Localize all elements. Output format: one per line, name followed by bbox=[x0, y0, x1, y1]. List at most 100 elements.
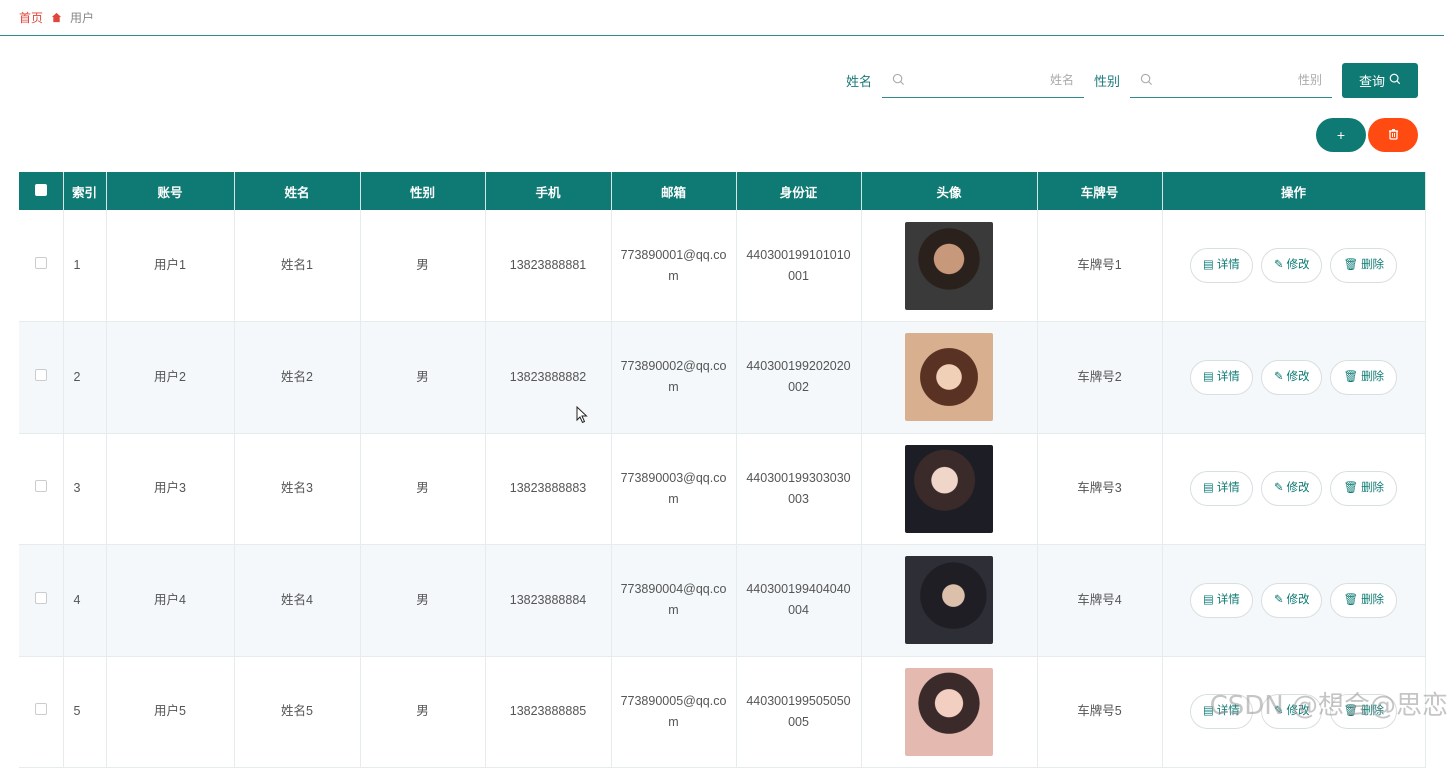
cell-name: 姓名2 bbox=[234, 322, 360, 434]
breadcrumb-current: 用户 bbox=[70, 9, 94, 26]
cell-phone: 13823888882 bbox=[485, 322, 611, 434]
detail-button[interactable]: ▤详情 bbox=[1190, 360, 1253, 395]
add-button[interactable]: + bbox=[1316, 118, 1366, 152]
row-checkbox[interactable] bbox=[35, 480, 47, 492]
table-header-row: 索引 账号 姓名 性别 手机 邮箱 身份证 头像 车牌号 操作 bbox=[19, 172, 1425, 210]
avatar bbox=[905, 556, 993, 644]
cell-index: 4 bbox=[63, 545, 106, 657]
cell-actions: ▤详情 ✎修改 🗑删除 bbox=[1162, 433, 1425, 545]
content-panel: 姓名 性别 查询 + bbox=[2, 44, 1442, 728]
cell-id-card: 440300199404040004 bbox=[736, 545, 861, 657]
delete-button[interactable]: 🗑删除 bbox=[1330, 248, 1397, 283]
cell-gender: 男 bbox=[360, 433, 485, 545]
cell-id-card: 440300199505050005 bbox=[736, 656, 861, 768]
cell-plate: 车牌号1 bbox=[1037, 210, 1162, 322]
search-icon bbox=[1389, 73, 1401, 88]
cell-actions: ▤详情 ✎修改 🗑删除 bbox=[1162, 322, 1425, 434]
cell-index: 5 bbox=[63, 656, 106, 768]
cell-name: 姓名1 bbox=[234, 210, 360, 322]
cell-account: 用户1 bbox=[106, 210, 234, 322]
pencil-icon: ✎ bbox=[1274, 367, 1284, 388]
home-icon bbox=[51, 12, 62, 23]
trash-icon bbox=[1388, 127, 1399, 143]
row-checkbox[interactable] bbox=[35, 257, 47, 269]
cell-email: 773890002@qq.com bbox=[611, 322, 736, 434]
table-row: 2 用户2 姓名2 男 13823888882 773890002@qq.com… bbox=[19, 322, 1425, 434]
cell-phone: 13823888885 bbox=[485, 656, 611, 768]
cell-plate: 车牌号3 bbox=[1037, 433, 1162, 545]
cell-email: 773890001@qq.com bbox=[611, 210, 736, 322]
watermark: CSDN @想会@思恋 bbox=[1210, 685, 1448, 722]
bulk-action-buttons: + bbox=[1316, 118, 1418, 152]
name-search-field bbox=[882, 62, 1084, 98]
cell-avatar bbox=[861, 656, 1037, 768]
cell-gender: 男 bbox=[360, 545, 485, 657]
delete-button[interactable]: 🗑删除 bbox=[1330, 583, 1397, 618]
cell-name: 姓名5 bbox=[234, 656, 360, 768]
row-checkbox[interactable] bbox=[35, 703, 47, 715]
delete-button-label: 删除 bbox=[1361, 478, 1384, 499]
avatar bbox=[905, 333, 993, 421]
edit-button[interactable]: ✎修改 bbox=[1261, 583, 1323, 618]
table-row: 3 用户3 姓名3 男 13823888883 773890003@qq.com… bbox=[19, 433, 1425, 545]
detail-button[interactable]: ▤详情 bbox=[1190, 471, 1253, 506]
row-checkbox[interactable] bbox=[35, 592, 47, 604]
search-icon bbox=[892, 73, 906, 87]
column-header: 索引 bbox=[63, 172, 106, 210]
cell-actions: ▤详情 ✎修改 🗑删除 bbox=[1162, 210, 1425, 322]
cell-plate: 车牌号5 bbox=[1037, 656, 1162, 768]
column-header: 邮箱 bbox=[611, 172, 736, 210]
cell-actions: ▤详情 ✎修改 🗑删除 bbox=[1162, 545, 1425, 657]
delete-button[interactable]: 🗑删除 bbox=[1330, 360, 1397, 395]
cell-plate: 车牌号2 bbox=[1037, 322, 1162, 434]
avatar bbox=[905, 668, 993, 756]
detail-button[interactable]: ▤详情 bbox=[1190, 248, 1253, 283]
column-header: 操作 bbox=[1162, 172, 1425, 210]
cell-name: 姓名4 bbox=[234, 545, 360, 657]
delete-button-label: 删除 bbox=[1361, 255, 1384, 276]
edit-button[interactable]: ✎修改 bbox=[1261, 360, 1323, 395]
select-all-checkbox[interactable] bbox=[35, 184, 47, 196]
cell-avatar bbox=[861, 433, 1037, 545]
column-header: 头像 bbox=[861, 172, 1037, 210]
cell-email: 773890005@qq.com bbox=[611, 656, 736, 768]
breadcrumb-home-link[interactable]: 首页 bbox=[19, 9, 43, 26]
cell-gender: 男 bbox=[360, 656, 485, 768]
search-bar: 姓名 性别 查询 bbox=[846, 62, 1418, 98]
gender-search-input[interactable] bbox=[1154, 73, 1322, 87]
query-button[interactable]: 查询 bbox=[1342, 63, 1418, 98]
document-icon: ▤ bbox=[1203, 478, 1214, 499]
cell-name: 姓名3 bbox=[234, 433, 360, 545]
delete-button-label: 删除 bbox=[1361, 367, 1384, 388]
cell-avatar bbox=[861, 545, 1037, 657]
table-row: 4 用户4 姓名4 男 13823888884 773890004@qq.com… bbox=[19, 545, 1425, 657]
search-icon bbox=[1140, 73, 1154, 87]
plus-icon: + bbox=[1337, 127, 1345, 143]
delete-button[interactable]: 🗑删除 bbox=[1330, 471, 1397, 506]
cell-email: 773890003@qq.com bbox=[611, 433, 736, 545]
row-checkbox[interactable] bbox=[35, 369, 47, 381]
edit-button[interactable]: ✎修改 bbox=[1261, 471, 1323, 506]
pencil-icon: ✎ bbox=[1274, 255, 1284, 276]
cell-id-card: 440300199303030003 bbox=[736, 433, 861, 545]
table-row: 1 用户1 姓名1 男 13823888881 773890001@qq.com… bbox=[19, 210, 1425, 322]
detail-button[interactable]: ▤详情 bbox=[1190, 583, 1253, 618]
column-header: 车牌号 bbox=[1037, 172, 1162, 210]
detail-button-label: 详情 bbox=[1217, 255, 1240, 276]
cell-phone: 13823888884 bbox=[485, 545, 611, 657]
column-header: 姓名 bbox=[234, 172, 360, 210]
user-table: 索引 账号 姓名 性别 手机 邮箱 身份证 头像 车牌号 操作 1 用户1 姓名… bbox=[19, 172, 1426, 768]
name-search-input[interactable] bbox=[906, 73, 1074, 87]
mouse-cursor-icon bbox=[576, 406, 588, 429]
cell-gender: 男 bbox=[360, 210, 485, 322]
batch-delete-button[interactable] bbox=[1368, 118, 1418, 152]
cell-avatar bbox=[861, 322, 1037, 434]
name-search-label: 姓名 bbox=[846, 71, 872, 90]
cell-avatar bbox=[861, 210, 1037, 322]
avatar bbox=[905, 445, 993, 533]
edit-button[interactable]: ✎修改 bbox=[1261, 248, 1323, 283]
detail-button-label: 详情 bbox=[1217, 367, 1240, 388]
cell-index: 2 bbox=[63, 322, 106, 434]
trash-icon: 🗑 bbox=[1343, 590, 1358, 611]
cell-index: 1 bbox=[63, 210, 106, 322]
